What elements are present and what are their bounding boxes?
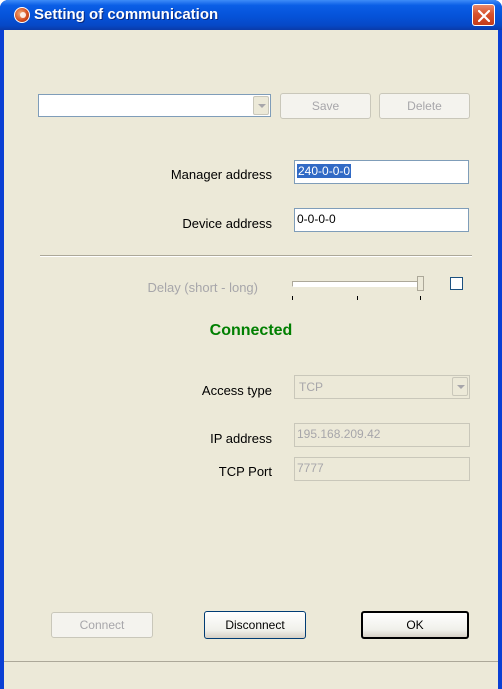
app-icon xyxy=(14,7,30,23)
tcp-port-input[interactable]: 7777 xyxy=(294,457,470,481)
delay-slider[interactable] xyxy=(290,276,428,306)
manager-address-value: 240-0-0-0 xyxy=(297,164,352,178)
status-bar xyxy=(4,661,498,689)
device-address-label: Device address xyxy=(182,216,272,231)
ip-address-label: IP address xyxy=(210,431,272,446)
device-address-input[interactable]: 0-0-0-0 xyxy=(294,208,469,232)
tcp-port-label: TCP Port xyxy=(218,464,272,479)
chevron-down-icon[interactable] xyxy=(452,377,468,396)
ip-address-value: 195.168.209.42 xyxy=(297,427,381,441)
connection-status: Connected xyxy=(209,322,293,339)
title-bar[interactable]: Setting of communication xyxy=(0,0,502,30)
disconnect-button[interactable]: Disconnect xyxy=(204,611,306,639)
access-type-label: Access type xyxy=(201,383,272,398)
connect-button[interactable]: Connect xyxy=(51,612,153,638)
slider-tick xyxy=(420,296,421,300)
access-type-select[interactable]: TCP xyxy=(294,375,470,399)
delay-label: Delay (short - long) xyxy=(147,280,258,295)
access-type-value: TCP xyxy=(299,380,323,394)
ok-button[interactable]: OK xyxy=(361,611,469,639)
close-icon xyxy=(478,10,490,22)
dialog-client-area: Save Delete Manager address 240-0-0-0 De… xyxy=(4,30,498,689)
save-button[interactable]: Save xyxy=(280,93,371,119)
window-title: Setting of communication xyxy=(34,6,219,23)
delete-button[interactable]: Delete xyxy=(379,93,470,119)
profile-select[interactable] xyxy=(38,94,271,117)
ip-address-input[interactable]: 195.168.209.42 xyxy=(294,423,470,447)
tcp-port-value: 7777 xyxy=(297,461,324,475)
manager-address-input[interactable]: 240-0-0-0 xyxy=(294,160,469,184)
device-address-value: 0-0-0-0 xyxy=(297,212,336,226)
chevron-down-icon[interactable] xyxy=(253,96,269,115)
delay-slider-track xyxy=(292,281,424,287)
dialog-window: Setting of communication Save Delete Man… xyxy=(0,0,502,689)
slider-tick xyxy=(357,296,358,300)
delay-checkbox[interactable] xyxy=(450,277,463,290)
close-button[interactable] xyxy=(472,4,495,26)
manager-address-label: Manager address xyxy=(170,167,272,182)
slider-tick xyxy=(292,296,293,300)
separator xyxy=(40,255,472,257)
delay-slider-thumb[interactable] xyxy=(417,276,424,291)
